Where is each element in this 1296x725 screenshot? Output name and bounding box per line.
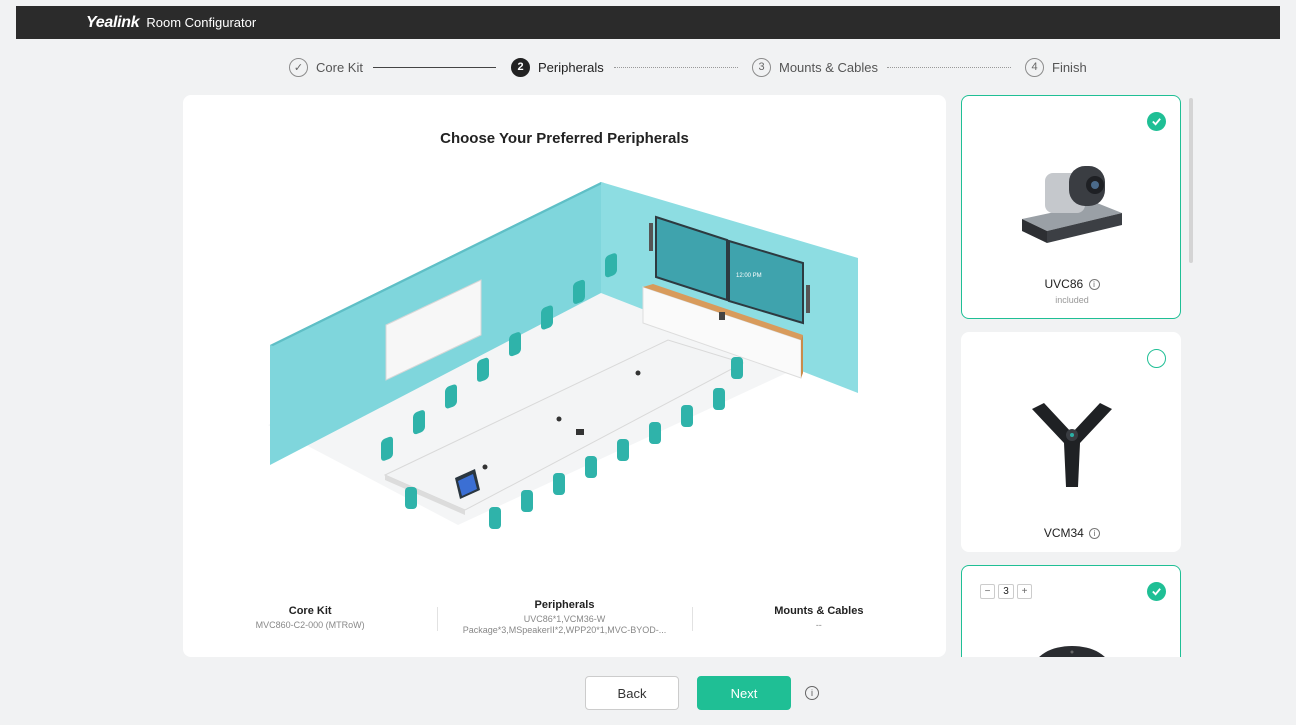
- app-title: Room Configurator: [146, 15, 257, 30]
- summary-value-line: UVC86*1,VCM36-W: [523, 614, 606, 624]
- summary-core-kit: Core Kit MVC860-C2-000 (MTRoW): [183, 599, 437, 631]
- next-button[interactable]: Next: [697, 676, 791, 710]
- configuration-summary: Core Kit MVC860-C2-000 (MTRoW) Periphera…: [183, 595, 946, 657]
- summary-value-line: Package*3,MSpeakerII*2,WPP20*1,MVC-BYOD-…: [462, 625, 667, 635]
- summary-value: --: [815, 620, 822, 630]
- step-mounts-cables[interactable]: 3 Mounts & Cables: [752, 56, 878, 78]
- product-list-scrollbar[interactable]: [1189, 98, 1193, 263]
- step-number: 3: [752, 57, 771, 77]
- step-connector: [373, 67, 496, 68]
- progress-stepper: ✓ Core Kit 2 Peripherals 3 Mounts & Cabl…: [0, 56, 1296, 78]
- step-connector: [887, 67, 1011, 68]
- summary-label: Peripherals: [534, 599, 595, 611]
- summary-mounts-cables: Mounts & Cables --: [691, 599, 946, 631]
- product-card-uvc86[interactable]: UVC86 i included: [961, 95, 1181, 319]
- summary-label: Core Kit: [288, 605, 332, 617]
- decrement-button[interactable]: −: [980, 584, 995, 599]
- check-icon: ✓: [289, 57, 308, 77]
- step-peripherals[interactable]: 2 Peripherals: [511, 56, 604, 78]
- product-card-vcm34[interactable]: VCM34 i: [961, 332, 1181, 552]
- info-icon[interactable]: i: [1089, 528, 1101, 539]
- step-label: Peripherals: [538, 59, 604, 75]
- top-bar: Yealink Room Configurator: [16, 6, 1280, 39]
- product-name-text: UVC86: [1044, 277, 1084, 291]
- camera-product-image: [1022, 166, 1122, 243]
- step-number: 4: [1025, 57, 1044, 77]
- selected-check-icon[interactable]: [1147, 112, 1166, 131]
- product-card-speaker[interactable]: − 3 +: [961, 565, 1181, 657]
- selected-check-icon[interactable]: [1147, 582, 1166, 601]
- step-number: 2: [511, 57, 530, 77]
- room-preview-card: Choose Your Preferred Peripherals 12:00 …: [183, 95, 946, 657]
- speaker-product-image: [1039, 646, 1105, 657]
- summary-value: UVC86*1,VCM36-W Package*3,MSpeakerII*2,W…: [437, 614, 691, 636]
- brand-logo: Yealink: [86, 13, 140, 31]
- select-radio[interactable]: [1147, 349, 1166, 368]
- display-clock: 12:00 PM: [736, 273, 762, 279]
- back-button[interactable]: Back: [585, 676, 679, 710]
- info-icon[interactable]: i: [1088, 279, 1100, 290]
- product-name-text: VCM34: [1043, 526, 1084, 540]
- product-name: UVC86 i: [962, 277, 1182, 291]
- quantity-stepper: − 3 +: [980, 584, 1032, 599]
- product-list[interactable]: UVC86 i included VCM34 i − 3 +: [961, 95, 1191, 657]
- product-status: included: [1055, 295, 1089, 305]
- step-connector: [614, 67, 738, 68]
- product-name: VCM34 i: [962, 526, 1182, 540]
- microphone-product-image: [1032, 403, 1112, 487]
- info-icon[interactable]: i: [805, 686, 819, 700]
- quantity-value[interactable]: 3: [998, 584, 1014, 599]
- summary-label: Mounts & Cables: [774, 605, 864, 617]
- step-label: Finish: [1052, 59, 1087, 75]
- step-label: Core Kit: [316, 59, 363, 75]
- meeting-room-illustration: 12:00 PM: [268, 182, 858, 529]
- summary-value: MVC860-C2-000 (MTRoW): [255, 620, 365, 630]
- summary-peripherals: Peripherals UVC86*1,VCM36-W Package*3,MS…: [437, 599, 691, 636]
- step-finish[interactable]: 4 Finish: [1025, 56, 1087, 78]
- step-label: Mounts & Cables: [779, 59, 878, 75]
- step-core-kit[interactable]: ✓ Core Kit: [289, 56, 363, 78]
- increment-button[interactable]: +: [1017, 584, 1032, 599]
